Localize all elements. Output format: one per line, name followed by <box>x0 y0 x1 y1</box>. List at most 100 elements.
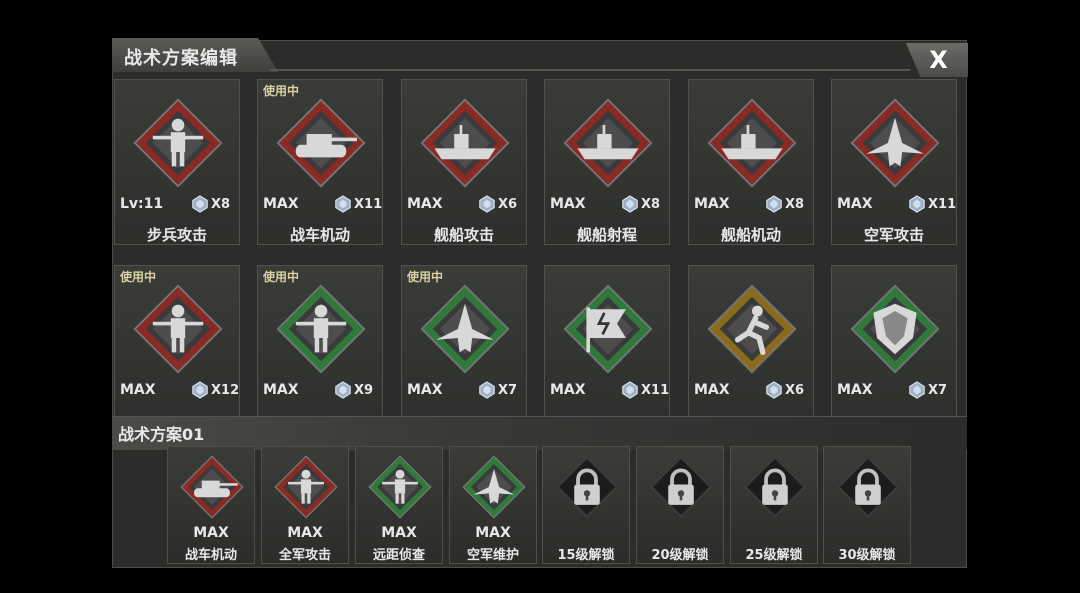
tactic-card[interactable]: MAX X11 空军攻击 <box>831 79 957 245</box>
lock-icon <box>744 456 806 518</box>
crystal-icon <box>192 381 208 399</box>
slot-name: 25级解锁 <box>745 548 803 563</box>
crystal-icon <box>622 195 638 213</box>
tactic-level: MAX <box>837 196 873 212</box>
tactic-card[interactable]: 使用中 MAX X11 战车机动 <box>257 79 383 245</box>
crystal-icon <box>766 195 782 213</box>
tactic-level: MAX <box>550 196 586 212</box>
locked-plan-slot[interactable]: 15级解锁 <box>542 446 630 564</box>
airforce-attack-icon <box>850 98 940 188</box>
slot-emblem <box>743 455 807 519</box>
plan-slot[interactable]: MAX 战车机动 <box>167 446 255 564</box>
locked-plan-slot[interactable]: 30级解锁 <box>823 446 911 564</box>
long-range-recon-icon <box>368 455 432 519</box>
tactic-card[interactable]: MAX X6 舰船攻击 <box>401 79 527 245</box>
tactic-card[interactable]: Lv:11 X8 步兵攻击 <box>114 79 240 245</box>
slot-emblem <box>368 455 432 519</box>
crystal-count: X11 <box>928 197 957 212</box>
tactic-emblem <box>420 98 510 188</box>
crystal-count: X6 <box>498 197 518 212</box>
tank-mobility-icon <box>180 455 244 519</box>
crystal-count: X8 <box>785 197 805 212</box>
crystal-count: X7 <box>928 383 948 398</box>
tactic-emblem <box>850 98 940 188</box>
tank-mobility-icon <box>276 98 366 188</box>
crystal-icon <box>909 381 925 399</box>
slot-emblem <box>462 455 526 519</box>
slot-emblem <box>555 455 619 519</box>
window-title: 战术方案编辑 <box>112 38 278 72</box>
tactic-level: MAX <box>407 382 443 398</box>
slot-name: 空军维护 <box>466 548 519 563</box>
slot-emblem <box>836 455 900 519</box>
slot-level: MAX <box>193 525 229 541</box>
crystal-count: X12 <box>211 383 240 398</box>
slot-emblem <box>180 455 244 519</box>
crystal-icon <box>766 381 782 399</box>
in-use-badge: 使用中 <box>120 270 157 284</box>
speed-flag-icon <box>563 284 653 374</box>
tactic-level: MAX <box>263 382 299 398</box>
ship-range-icon <box>563 98 653 188</box>
in-use-badge: 使用中 <box>407 270 444 284</box>
ship-attack-icon <box>420 98 510 188</box>
tactic-level: MAX <box>120 382 156 398</box>
crystal-count: X7 <box>498 383 518 398</box>
tactic-level: MAX <box>550 382 586 398</box>
crystal-icon <box>335 195 351 213</box>
tactic-name: 步兵攻击 <box>146 226 207 244</box>
tactic-name: 空军攻击 <box>863 226 924 244</box>
tactic-card[interactable]: MAX X11 <box>544 265 670 431</box>
plan-slot[interactable]: MAX 远距侦查 <box>355 446 443 564</box>
tactic-level: Lv:11 <box>120 196 164 212</box>
crystal-icon <box>622 381 638 399</box>
tactic-emblem <box>420 284 510 374</box>
tactic-card[interactable]: 使用中 MAX X7 <box>401 265 527 431</box>
locked-plan-slot[interactable]: 25级解锁 <box>730 446 818 564</box>
tactic-level: MAX <box>694 196 730 212</box>
crystal-icon <box>479 381 495 399</box>
slot-name: 全军攻击 <box>278 548 331 563</box>
tactic-card[interactable]: MAX X6 <box>688 265 814 431</box>
tactic-card[interactable]: 使用中 MAX X12 <box>114 265 240 431</box>
tactic-card[interactable]: MAX X8 舰船机动 <box>688 79 814 245</box>
locked-plan-slot[interactable]: 20级解锁 <box>636 446 724 564</box>
tactic-name: 舰船攻击 <box>433 226 494 244</box>
crystal-icon <box>909 195 925 213</box>
slot-emblem <box>274 455 338 519</box>
tactic-card[interactable]: MAX X7 <box>831 265 957 431</box>
tactic-name: 战车机动 <box>289 226 350 244</box>
tactic-level: MAX <box>263 196 299 212</box>
slot-name: 30级解锁 <box>838 548 896 563</box>
tactic-card[interactable]: 使用中 MAX X9 <box>257 265 383 431</box>
crystal-count: X8 <box>641 197 661 212</box>
crystal-icon <box>479 195 495 213</box>
ship-mobility-icon <box>707 98 797 188</box>
crystal-count: X8 <box>211 197 231 212</box>
in-use-badge: 使用中 <box>263 84 300 98</box>
plan-slot[interactable]: MAX 全军攻击 <box>261 446 349 564</box>
runner-icon <box>707 284 797 374</box>
crystal-count: X11 <box>354 197 383 212</box>
tactic-level: MAX <box>407 196 443 212</box>
slot-level: MAX <box>475 525 511 541</box>
crystal-icon <box>192 195 208 213</box>
shield-icon <box>850 284 940 374</box>
airforce-maintenance-icon <box>420 284 510 374</box>
plan-slot[interactable]: MAX 空军维护 <box>449 446 537 564</box>
lock-icon <box>650 456 712 518</box>
title-divider <box>270 69 910 71</box>
plan-header-bar <box>112 416 967 450</box>
slot-name: 远距侦查 <box>372 548 425 563</box>
slot-level: MAX <box>381 525 417 541</box>
tactic-name: 舰船机动 <box>720 226 781 244</box>
tactic-emblem <box>276 284 366 374</box>
tactic-emblem <box>850 284 940 374</box>
slot-level: MAX <box>287 525 323 541</box>
crystal-icon <box>335 381 351 399</box>
lock-icon <box>837 456 899 518</box>
tactic-card[interactable]: MAX X8 舰船射程 <box>544 79 670 245</box>
tactic-emblem <box>276 98 366 188</box>
infantry-attack-icon <box>133 98 223 188</box>
tactic-level: MAX <box>837 382 873 398</box>
